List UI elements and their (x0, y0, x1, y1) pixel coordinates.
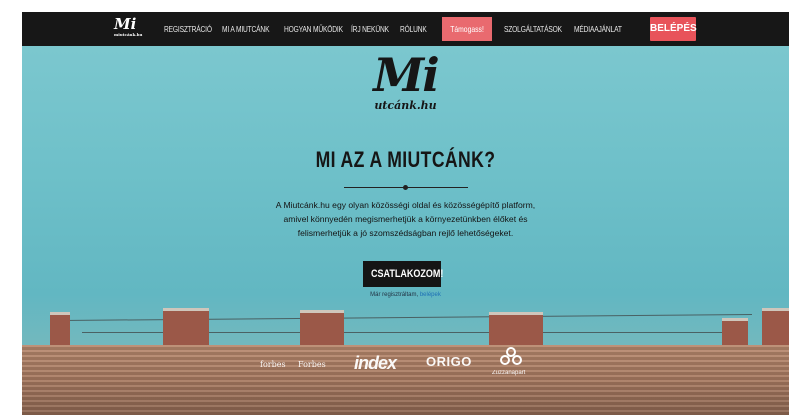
already-registered-text: Már regisztráltam, belépek (22, 292, 789, 298)
nav-item-services[interactable]: Szolgáltatások (504, 12, 562, 46)
hero-description: A Miutcánk.hu egy olyan közösségi oldal … (22, 198, 789, 240)
nav-item-registration[interactable]: Regisztráció (164, 12, 212, 46)
press-logo-forbes: Forbes (298, 360, 326, 369)
hero-logo: Mi (373, 48, 439, 102)
press-logo-icon (500, 347, 522, 365)
nav-item-support[interactable]: Támogass! (442, 17, 492, 41)
login-button[interactable]: BELÉPÉS (650, 17, 697, 41)
nav-item-what-is[interactable]: Mi a miutcánk (222, 12, 269, 46)
page-headline: MI AZ A MIUTCÁNK? (315, 147, 496, 172)
description-line: A Miutcánk.hu egy olyan közösségi oldal … (275, 200, 536, 210)
press-logo-caption: Zuzzanapart (492, 370, 526, 376)
description-line: amivel könnyedén megismerhetjük a környe… (283, 214, 528, 224)
registered-text: Már regisztráltam, (370, 292, 419, 298)
divider-dot (403, 185, 408, 190)
login-link[interactable]: belépek (420, 292, 441, 298)
press-logo-origo: ORIGO (426, 354, 472, 369)
nav-logo-text: Mi (114, 15, 137, 33)
join-button-label: CSATLAKOZOM! (370, 268, 444, 280)
roof-tiles (22, 345, 789, 415)
nav-item-media-offer[interactable]: Médiaajánlat (574, 12, 622, 46)
join-button[interactable]: CSATLAKOZOM! (363, 261, 444, 287)
description-line: felismerhetjük a jó szomszédságban rejlő… (297, 228, 514, 238)
nav-logo[interactable]: Mi miutcánk.hu (114, 15, 143, 38)
nav-item-how-it-works[interactable]: Hogyan működik (284, 12, 343, 46)
press-logo-index: index (354, 353, 397, 373)
hero-logo-subtitle: utcánk.hu (374, 99, 437, 112)
nav-item-about-us[interactable]: Rólunk (400, 12, 427, 46)
page-frame: Mi miutcánk.hu Regisztráció Mi a miutcán… (22, 12, 789, 415)
press-logo-forbes-small: forbes (260, 360, 286, 369)
nav-logo-subtext: miutcánk.hu (114, 32, 143, 37)
top-navigation: Mi miutcánk.hu Regisztráció Mi a miutcán… (22, 12, 789, 46)
nav-item-support-label: Támogass! (450, 24, 484, 34)
nav-item-write-us[interactable]: Írj nekünk (351, 12, 389, 46)
